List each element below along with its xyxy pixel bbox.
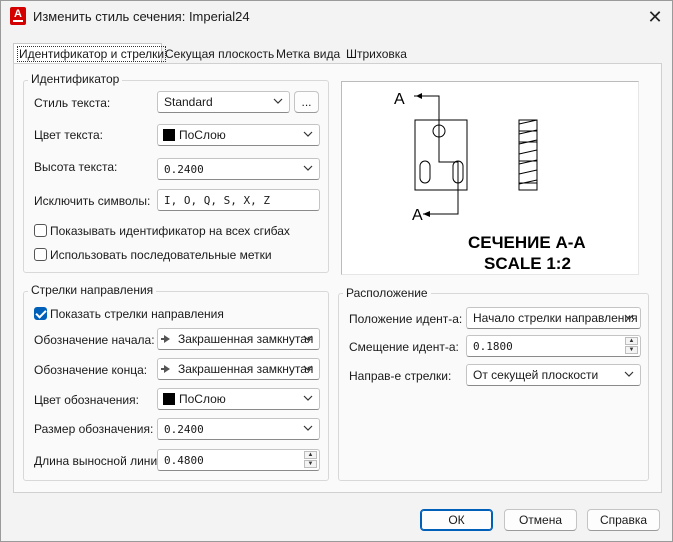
symbol-size-select[interactable]: 0.2400	[157, 418, 320, 440]
arrow-direction-select[interactable]: От секущей плоскости	[466, 364, 641, 386]
text-style-select[interactable]: Standard	[157, 91, 290, 113]
show-all-bends-label: Показывать идентификатор на всех сгибах	[50, 224, 290, 238]
location-group-title: Расположение	[343, 286, 431, 300]
filled-arrow-icon	[161, 335, 170, 343]
window-title: Изменить стиль сечения: Imperial24	[33, 9, 250, 24]
tab-cutting-plane[interactable]: Секущая плоскость	[163, 44, 276, 64]
start-symbol-label: Обозначение начала:	[34, 333, 155, 347]
text-height-value: 0.2400	[164, 163, 204, 176]
extension-length-value: 0.4800	[164, 454, 204, 467]
chevron-down-icon	[303, 335, 313, 341]
end-symbol-select[interactable]: Закрашенная замкнутая	[157, 358, 320, 380]
text-style-value: Standard	[164, 95, 213, 109]
end-symbol-value: Закрашенная замкнутая	[178, 362, 314, 376]
chevron-down-icon	[303, 365, 313, 371]
extension-length-label: Длина выносной линии:	[34, 454, 168, 468]
browse-text-style-button[interactable]: ...	[294, 91, 319, 113]
preview-slot-left	[419, 160, 431, 184]
spin-down-icon[interactable]: ▼	[625, 346, 638, 354]
preview-arrowhead	[416, 93, 422, 99]
spin-down-icon[interactable]: ▼	[304, 460, 317, 468]
start-symbol-value: Закрашенная замкнутая	[178, 332, 314, 346]
symbol-color-value: ПоСлою	[179, 392, 226, 406]
dialog-window: A Изменить стиль сечения: Imperial24 ✕ И…	[0, 0, 673, 542]
id-offset-value: 0.1800	[473, 340, 513, 353]
text-height-select[interactable]: 0.2400	[157, 158, 320, 180]
title-bar: A Изменить стиль сечения: Imperial24 ✕	[1, 1, 672, 33]
symbol-size-value: 0.2400	[164, 423, 204, 436]
chevron-down-icon	[624, 371, 634, 377]
preview-hatch-line	[518, 119, 538, 125]
id-offset-spinner[interactable]: ▲ ▼	[625, 337, 638, 355]
exclude-chars-value: I, O, Q, S, X, Z	[164, 194, 270, 207]
exclude-chars-label: Исключить символы:	[34, 194, 151, 208]
arrows-group-title: Стрелки направления	[28, 283, 157, 297]
symbol-size-label: Размер обозначения:	[34, 422, 154, 436]
close-icon[interactable]: ✕	[644, 6, 666, 28]
id-position-label: Положение идент-а:	[349, 312, 463, 326]
symbol-color-label: Цвет обозначения:	[34, 393, 139, 407]
filled-arrow-icon	[161, 365, 170, 373]
section-preview: A A СЕЧЕНИЕ А-А SCALE 1:2	[341, 81, 639, 275]
arrow-direction-value: От секущей плоскости	[473, 368, 599, 382]
chevron-down-icon	[303, 165, 313, 171]
tab-hatch[interactable]: Штриховка	[344, 44, 409, 64]
tab-identifier-arrows[interactable]: Идентификатор и стрелки	[13, 43, 167, 64]
extension-length-spinner[interactable]: ▲ ▼	[304, 451, 317, 469]
chevron-down-icon	[303, 131, 313, 137]
preview-hatch-line	[518, 149, 538, 155]
help-button[interactable]: Справка	[587, 509, 660, 531]
preview-part-outline	[414, 119, 468, 191]
symbol-color-select[interactable]: ПоСлою	[157, 388, 320, 410]
chevron-down-icon	[303, 395, 313, 401]
color-swatch	[163, 393, 175, 405]
ok-button[interactable]: ОК	[420, 509, 493, 531]
autocad-a-icon: A	[10, 7, 26, 25]
consecutive-labels-label: Использовать последовательные метки	[50, 248, 272, 262]
preview-cutting-line-end	[439, 199, 459, 215]
chevron-down-icon	[273, 98, 283, 104]
identifier-group-title: Идентификатор	[28, 72, 123, 86]
section-preview-drawing: A A СЕЧЕНИЕ А-А SCALE 1:2	[394, 91, 586, 273]
preview-label-a-bottom: A	[412, 207, 423, 224]
preview-caption-title: СЕЧЕНИЕ А-А	[468, 233, 586, 252]
preview-caption-scale: SCALE 1:2	[484, 254, 571, 273]
exclude-chars-input[interactable]: I, O, Q, S, X, Z	[157, 189, 320, 211]
id-position-value: Начало стрелки направления	[473, 311, 638, 325]
text-style-label: Стиль текста:	[34, 96, 111, 110]
show-all-bends-checkbox[interactable]	[34, 224, 47, 237]
preview-cutting-line	[432, 95, 459, 199]
arrow-direction-label: Направ-е стрелки:	[349, 369, 452, 383]
cancel-button[interactable]: Отмена	[504, 509, 577, 531]
tab-label: Идентификатор и стрелки	[17, 46, 167, 62]
preview-hatch-line	[518, 169, 538, 175]
end-symbol-label: Обозначение конца:	[34, 363, 148, 377]
id-offset-label: Смещение идент-а:	[349, 340, 459, 354]
id-offset-input[interactable]: 0.1800 ▲ ▼	[466, 335, 641, 357]
text-color-select[interactable]: ПоСлою	[157, 124, 320, 146]
color-swatch	[163, 129, 175, 141]
show-arrows-label: Показать стрелки направления	[50, 307, 224, 321]
spin-up-icon[interactable]: ▲	[625, 337, 638, 345]
show-arrows-checkbox[interactable]	[34, 307, 47, 320]
text-color-value: ПоСлою	[179, 128, 226, 142]
text-color-label: Цвет текста:	[34, 128, 104, 142]
tab-view-label[interactable]: Метка вида	[274, 44, 342, 64]
consecutive-labels-checkbox[interactable]	[34, 248, 47, 261]
chevron-down-icon	[303, 425, 313, 431]
start-symbol-select[interactable]: Закрашенная замкнутая	[157, 328, 320, 350]
id-position-select[interactable]: Начало стрелки направления	[466, 307, 641, 329]
extension-length-input[interactable]: 0.4800 ▲ ▼	[157, 449, 320, 471]
text-height-label: Высота текста:	[34, 160, 118, 174]
spin-up-icon[interactable]: ▲	[304, 451, 317, 459]
preview-label-a-top: A	[394, 91, 405, 108]
chevron-down-icon	[624, 314, 634, 320]
